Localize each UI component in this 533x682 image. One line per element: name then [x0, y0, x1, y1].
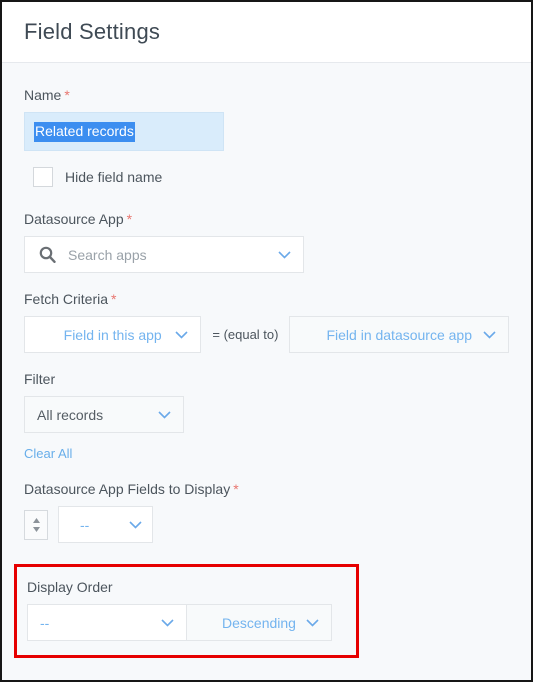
required-asterisk: *	[126, 211, 133, 227]
display-order-label-text: Display Order	[27, 579, 113, 595]
filter-value: All records	[37, 406, 104, 423]
required-asterisk: *	[233, 481, 239, 497]
chevron-down-icon[interactable]	[483, 330, 496, 339]
required-asterisk: *	[111, 291, 117, 307]
display-order-field-value: --	[40, 614, 50, 631]
search-icon	[39, 246, 56, 264]
name-label-text: Name	[24, 87, 62, 103]
spinner-updown-icon[interactable]	[24, 509, 48, 540]
fetch-criteria-target-field-value: Field in datasource app	[326, 326, 473, 343]
chevron-down-icon[interactable]	[175, 330, 188, 339]
hide-field-name-label: Hide field name	[65, 169, 163, 185]
fields-to-display-value: --	[80, 516, 90, 533]
display-order-row: -- Descending	[27, 604, 356, 641]
fetch-criteria-row: Field in this app = (equal to) Field in …	[24, 316, 509, 353]
display-order-label: Display Order	[27, 579, 356, 595]
fields-to-display-row: --	[24, 506, 509, 543]
filter-select[interactable]: All records	[24, 396, 184, 433]
dialog-header: Field Settings	[2, 2, 531, 63]
display-order-direction-select[interactable]: Descending	[187, 604, 332, 641]
chevron-down-icon[interactable]	[161, 618, 174, 627]
filter-label-text: Filter	[24, 371, 56, 387]
name-input-value: Related records	[34, 121, 135, 142]
fetch-criteria-source-field-select[interactable]: Field in this app	[24, 316, 202, 353]
fields-to-display-label-text: Datasource App Fields to Display	[24, 481, 231, 497]
fetch-criteria-label: Fetch Criteria *	[24, 291, 509, 307]
fetch-criteria-source-field-value: Field in this app	[63, 326, 162, 343]
fetch-criteria-operator: = (equal to)	[212, 327, 279, 342]
filter-label: Filter	[24, 371, 509, 387]
hide-field-name-row[interactable]: Hide field name	[33, 167, 509, 187]
chevron-down-icon[interactable]	[306, 618, 319, 627]
clear-all-link[interactable]: Clear All	[24, 446, 72, 461]
datasource-app-label: Datasource App *	[24, 211, 509, 227]
chevron-down-icon[interactable]	[129, 520, 142, 529]
fetch-criteria-label-text: Fetch Criteria	[24, 291, 109, 307]
fetch-criteria-target-field-select[interactable]: Field in datasource app	[289, 316, 509, 353]
chevron-down-icon[interactable]	[158, 410, 171, 419]
display-order-highlight: Display Order -- Descending	[14, 564, 359, 658]
name-input[interactable]: Related records	[24, 112, 224, 151]
search-apps-placeholder: Search apps	[68, 246, 147, 263]
name-label: Name *	[24, 87, 509, 103]
chevron-down-icon[interactable]	[278, 250, 291, 259]
display-order-field-select[interactable]: --	[27, 604, 187, 641]
form-body: Name * Related records Hide field name Da…	[2, 63, 531, 679]
field-settings-dialog: Field Settings Name * Related records Hid…	[0, 0, 533, 682]
page-title: Field Settings	[24, 19, 161, 44]
fields-to-display-label: Datasource App Fields to Display *	[24, 481, 509, 497]
required-asterisk: *	[64, 87, 70, 103]
display-order-direction-value: Descending	[222, 614, 296, 631]
search-apps-input[interactable]: Search apps	[24, 236, 304, 273]
fields-to-display-select[interactable]: --	[58, 506, 153, 543]
checkbox-unchecked-icon[interactable]	[33, 167, 53, 187]
datasource-app-label-text: Datasource App	[24, 211, 124, 227]
